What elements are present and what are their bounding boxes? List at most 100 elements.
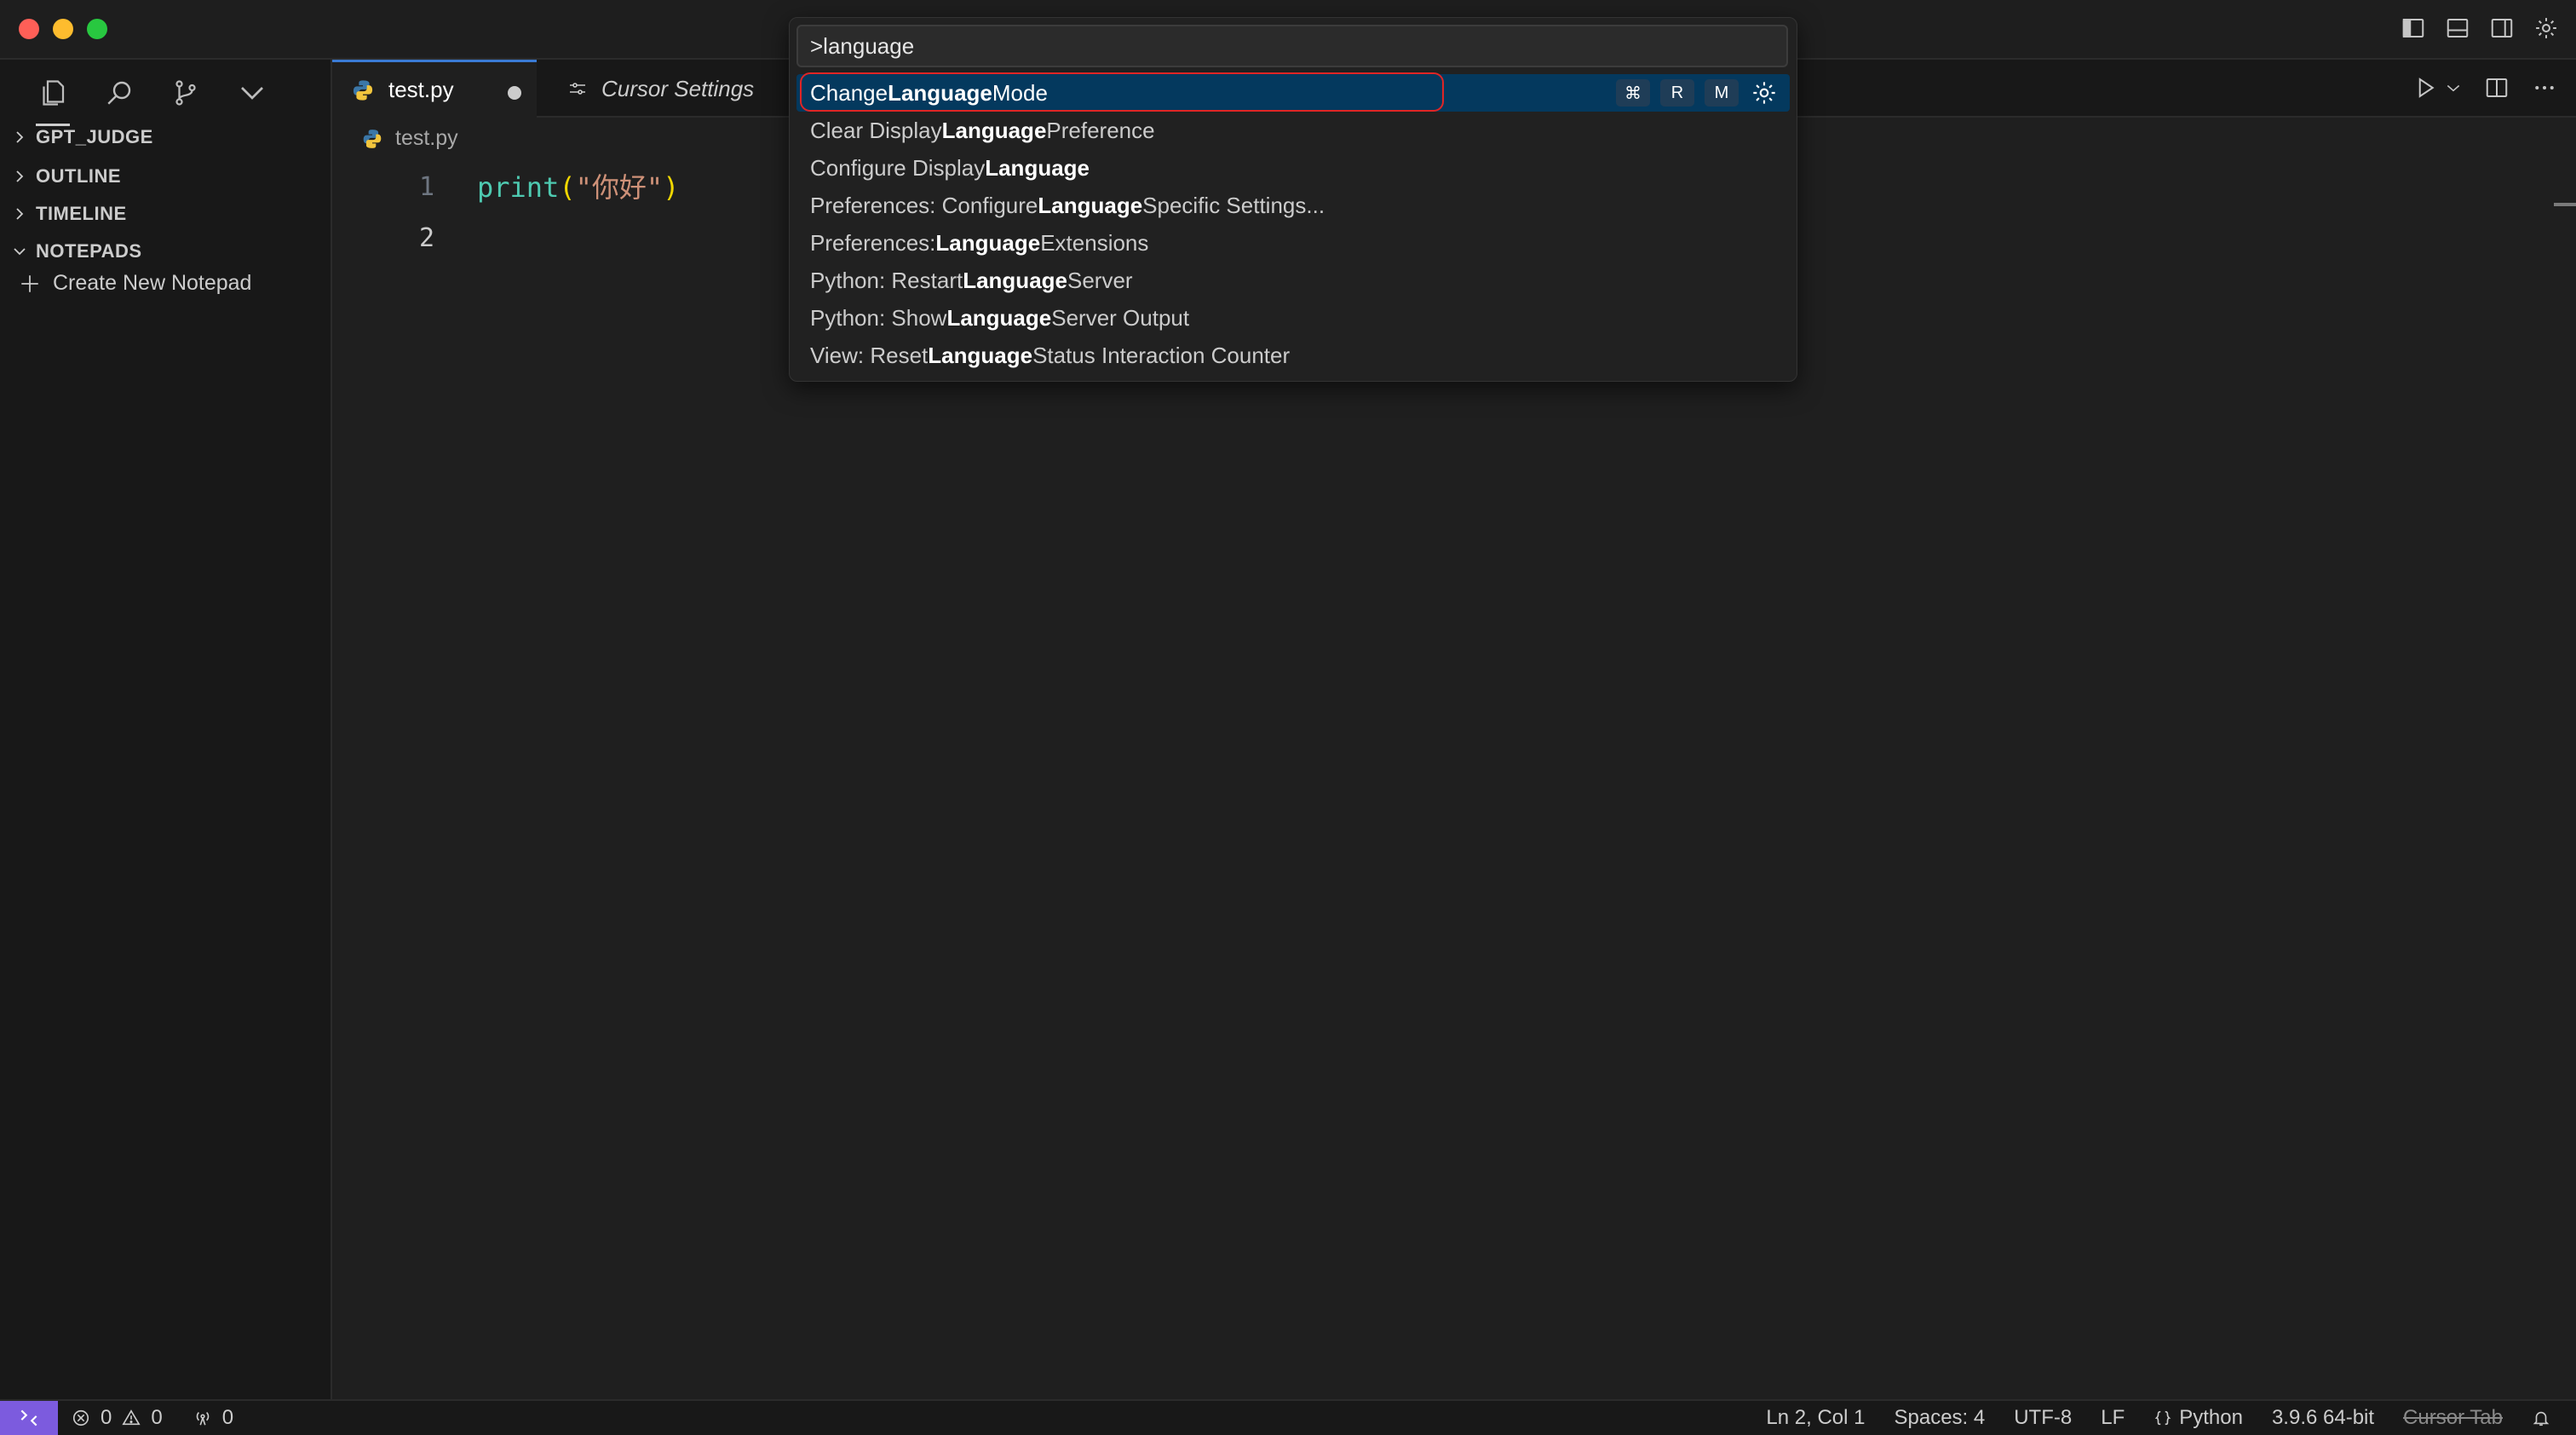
status-right-items: Ln 2, Col 1 Spaces: 4 UTF-8 LF Python 3.… <box>1766 1401 2550 1435</box>
warning-icon <box>122 1409 141 1426</box>
section-gpt-judge[interactable]: GPT_JUDGE <box>12 126 153 148</box>
command-palette-results: Change Language Mode ⌘ R M Clear Display… <box>796 72 1790 374</box>
cursor-position[interactable]: Ln 2, Col 1 <box>1766 1406 1865 1430</box>
toggle-panel-icon[interactable] <box>2443 14 2472 43</box>
configure-keybinding-gear-icon[interactable] <box>1751 79 1778 107</box>
toggle-primary-sidebar-icon[interactable] <box>2399 14 2428 43</box>
palette-item-clear-display-language[interactable]: Clear Display Language Preference <box>796 112 1790 149</box>
item-text-highlight: Language <box>1038 192 1143 218</box>
chevron-down-icon <box>14 248 26 256</box>
braces-icon <box>2154 1410 2171 1426</box>
section-label: OUTLINE <box>36 165 122 187</box>
tab-label: test.py <box>388 77 454 102</box>
command-palette: Change Language Mode ⌘ R M Clear Display… <box>789 17 1797 382</box>
section-label: TIMELINE <box>36 203 127 224</box>
unsaved-dot-icon[interactable] <box>508 86 521 100</box>
more-actions-ellipsis-icon[interactable] <box>2532 75 2557 101</box>
search-icon[interactable] <box>101 70 138 116</box>
language-mode[interactable]: Python <box>2153 1406 2243 1430</box>
ports-count: 0 <box>221 1406 234 1429</box>
error-count: 0 <box>101 1406 112 1429</box>
source-control-icon[interactable] <box>167 70 204 116</box>
palette-item-language-extensions[interactable]: Preferences: Language Extensions <box>796 224 1790 262</box>
palette-item-configure-display-language[interactable]: Configure Display Language <box>796 149 1790 187</box>
keybinding-key: R <box>1660 79 1694 107</box>
line-number: 2 <box>418 223 434 253</box>
problems-indicator[interactable]: 0 0 0 <box>72 1401 233 1435</box>
layout-controls <box>2399 14 2561 43</box>
item-text-post: Server Output <box>1051 304 1190 331</box>
end-of-line[interactable]: LF <box>2101 1406 2125 1430</box>
editor-window: GPT_JUDGE OUTLINE TIMELINE NOTEPADS Crea… <box>0 0 2576 1435</box>
settings-gear-icon[interactable] <box>2532 14 2561 43</box>
item-text-post: Status Interaction Counter <box>1032 342 1291 368</box>
tab-label: Cursor Settings <box>601 75 755 101</box>
encoding[interactable]: UTF-8 <box>2014 1406 2072 1430</box>
run-options-chevron-icon[interactable] <box>2445 79 2462 96</box>
error-icon <box>72 1409 89 1426</box>
breadcrumb[interactable]: test.py <box>361 126 458 151</box>
palette-item-show-language-server-output[interactable]: Python: Show Language Server Output <box>796 299 1790 337</box>
ports-broadcast-icon <box>196 1411 209 1426</box>
section-timeline[interactable]: TIMELINE <box>12 203 127 225</box>
item-text-post: Specific Settings... <box>1142 192 1325 218</box>
code-token-paren: ) <box>663 171 680 204</box>
highlight-annotation-ring <box>800 72 1444 112</box>
line-number: 1 <box>418 172 434 202</box>
item-text-pre: Clear Display <box>810 117 942 143</box>
scrollbar-marker[interactable] <box>2554 203 2576 206</box>
settings-sliders-icon <box>570 83 585 95</box>
item-text-highlight: Language <box>963 267 1067 293</box>
keybinding-key: M <box>1705 79 1739 107</box>
item-text-pre: View: Reset <box>810 342 929 368</box>
python-interpreter[interactable]: 3.9.6 64-bit <box>2272 1406 2374 1430</box>
command-palette-input[interactable] <box>796 25 1788 67</box>
python-file-icon <box>353 79 373 101</box>
cursor-tab-toggle[interactable]: Cursor Tab <box>2403 1406 2503 1430</box>
line-number-gutter: 1 2 <box>332 162 434 264</box>
item-text-highlight: Language <box>928 342 1033 368</box>
more-views-chevron-icon[interactable] <box>233 70 271 116</box>
section-outline[interactable]: OUTLINE <box>12 165 121 187</box>
status-bar: 0 0 0 Ln 2, Col 1 Spaces: 4 UTF-8 LF Pyt… <box>0 1399 2576 1435</box>
notifications-bell-icon[interactable] <box>2532 1409 2550 1427</box>
toggle-secondary-sidebar-icon[interactable] <box>2487 14 2516 43</box>
warning-count: 0 <box>151 1406 163 1429</box>
create-notepad-label: Create New Notepad <box>53 271 252 295</box>
code-token-string: "你好" <box>575 171 664 204</box>
sidebar: GPT_JUDGE OUTLINE TIMELINE NOTEPADS Crea… <box>0 60 332 1399</box>
run-play-icon[interactable] <box>2412 75 2438 101</box>
indentation[interactable]: Spaces: 4 <box>1894 1406 1985 1430</box>
section-label: GPT_JUDGE <box>36 126 153 147</box>
tab-cursor-settings[interactable]: Cursor Settings <box>555 60 823 118</box>
tab-test-py[interactable]: test.py <box>332 60 537 118</box>
minimize-window-button[interactable] <box>53 19 73 39</box>
item-text-pre: Python: Show <box>810 304 947 331</box>
chevron-right-icon <box>16 131 24 143</box>
code-line: print("你好") <box>477 162 679 213</box>
palette-item-reset-language-status-counter[interactable]: View: Reset Language Status Interaction … <box>796 337 1790 374</box>
chevron-right-icon <box>16 208 24 220</box>
language-label: Python <box>2179 1406 2243 1429</box>
chevron-right-icon <box>16 170 24 182</box>
maximize-window-button[interactable] <box>87 19 107 39</box>
keybinding: ⌘ R M <box>1616 79 1739 107</box>
close-window-button[interactable] <box>19 19 39 39</box>
remote-indicator-button[interactable] <box>0 1401 58 1435</box>
section-notepads[interactable]: NOTEPADS <box>12 240 142 262</box>
palette-item-change-language-mode[interactable]: Change Language Mode ⌘ R M <box>796 72 1790 112</box>
item-text-highlight: Language <box>985 154 1090 181</box>
item-text-pre: Configure Display <box>810 154 986 181</box>
palette-item-configure-language-settings[interactable]: Preferences: Configure Language Specific… <box>796 187 1790 224</box>
remote-icon <box>20 1409 37 1426</box>
activity-bar <box>34 70 271 126</box>
palette-item-restart-language-server[interactable]: Python: Restart Language Server <box>796 262 1790 299</box>
create-new-notepad-button[interactable]: Create New Notepad <box>19 271 251 296</box>
item-text-pre: Preferences: <box>810 229 936 256</box>
item-text-post: Extensions <box>1040 229 1149 256</box>
split-editor-icon[interactable] <box>2484 75 2510 101</box>
code-content[interactable]: print("你好") <box>477 162 679 264</box>
explorer-icon[interactable] <box>34 70 72 126</box>
item-text-pre: Python: Restart <box>810 267 963 293</box>
